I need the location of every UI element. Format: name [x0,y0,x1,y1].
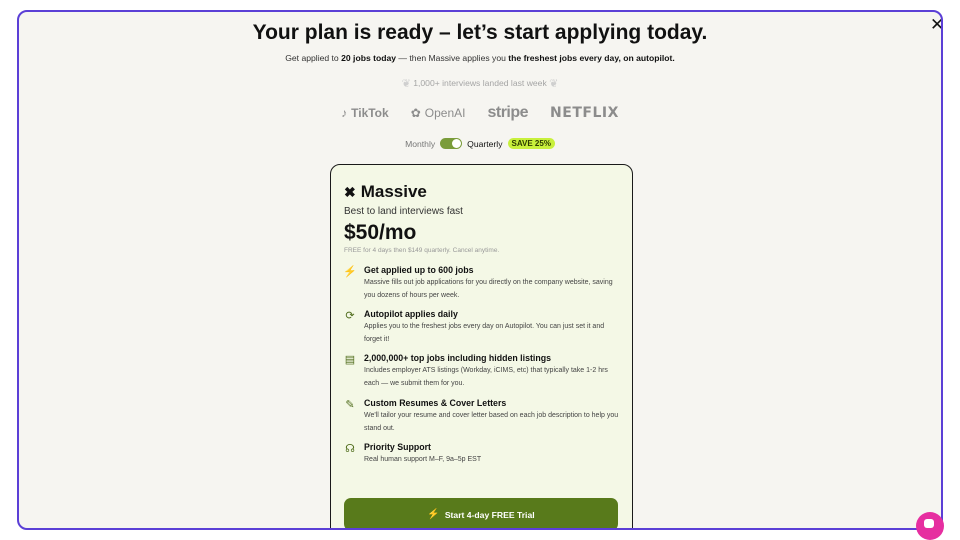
feature-desc: Real human support M–F, 9a–5p EST [364,456,482,463]
subtitle-part2: — then Massive applies you [398,53,506,63]
save-badge: SAVE 25% [507,138,555,149]
feature-title: Custom Resumes & Cover Letters [364,398,507,408]
plan-brand-name: Massive [360,182,427,201]
social-proof: ❦ 1,000+ interviews landed last week ❦ [19,77,941,90]
billing-toggle-row: Monthly Quarterly SAVE 25% [19,138,941,149]
start-trial-label: Start 4-day FREE Trial [444,509,535,520]
subtitle: Get applied to 20 jobs today — then Mass… [19,53,941,63]
feature-title: Get applied up to 600 jobs [364,265,474,275]
feature-item: ▤ 2,000,000+ top jobs including hidden l… [344,352,624,390]
massive-logo-icon: ✖ [344,183,356,200]
feature-desc: Massive fills out job applications for y… [364,279,613,299]
tiktok-logo-text: TikTok [351,106,389,120]
plan-price: $50/mo [344,221,417,244]
listings-icon: ▤ [344,353,356,366]
feature-item: ⟳ Autopilot applies daily Applies you to… [344,308,624,346]
stripe-logo: stripe [487,104,529,121]
tiktok-logo: ♪ TikTok [341,106,389,120]
laurel-left-icon: ❦ [401,78,411,90]
feature-item: ⚡ Get applied up to 600 jobs Massive fil… [343,264,624,302]
billing-toggle[interactable] [440,138,463,149]
plan-brand: ✖ Massive [344,182,427,202]
monthly-label[interactable]: Monthly [405,139,435,149]
plan-tagline: Best to land interviews fast [344,206,463,217]
netflix-logo: NETFLIX [550,105,619,121]
magic-wand-icon: ⚡ [343,265,357,278]
subtitle-part1: Get applied to [285,53,339,63]
price-note: FREE for 4 days then $149 quarterly. Can… [344,247,500,254]
feature-desc: Applies you to the freshest jobs every d… [364,323,605,343]
feature-title: Autopilot applies daily [364,309,458,319]
openai-logo-text: OpenAI [424,106,466,120]
feature-title: Priority Support [364,442,431,452]
feature-desc: Includes employer ATS listings (Workday,… [364,367,608,387]
start-trial-button[interactable]: ⚡ Start 4-day FREE Trial [344,498,618,528]
resume-icon: ✎ [345,398,355,411]
page-title: Your plan is ready – let’s start applyin… [252,21,708,44]
openai-logo: ✿ OpenAI [411,106,466,120]
plan-card: ✖ Massive Best to land interviews fast $… [330,164,633,528]
feature-item: ✎ Custom Resumes & Cover Letters We'll t… [344,397,624,435]
feature-item: ☊ Priority Support Real human support M–… [344,441,624,467]
plan-modal: ✕ Your plan is ready – let’s start apply… [17,10,943,530]
company-logos: ♪ TikTok ✿ OpenAI stripe NETFLIX [19,104,941,122]
lightning-icon: ⚡ [427,509,440,520]
chat-icon [924,519,934,528]
subtitle-bold1: 20 jobs today [341,53,397,63]
toggle-knob [452,139,462,148]
social-proof-text: 1,000+ interviews landed last week [413,77,547,88]
quarterly-label[interactable]: Quarterly [467,139,502,149]
laurel-right-icon: ❦ [549,78,559,90]
subtitle-bold2: the freshest jobs every day, on autopilo… [508,53,675,63]
autopilot-icon: ⟳ [345,309,355,322]
feature-title: 2,000,000+ top jobs including hidden lis… [364,353,551,363]
openai-icon: ✿ [410,106,421,120]
feature-desc: We'll tailor your resume and cover lette… [364,412,619,432]
chat-launcher-button[interactable] [916,512,944,540]
tiktok-icon: ♪ [341,106,348,120]
headset-icon: ☊ [345,442,355,455]
